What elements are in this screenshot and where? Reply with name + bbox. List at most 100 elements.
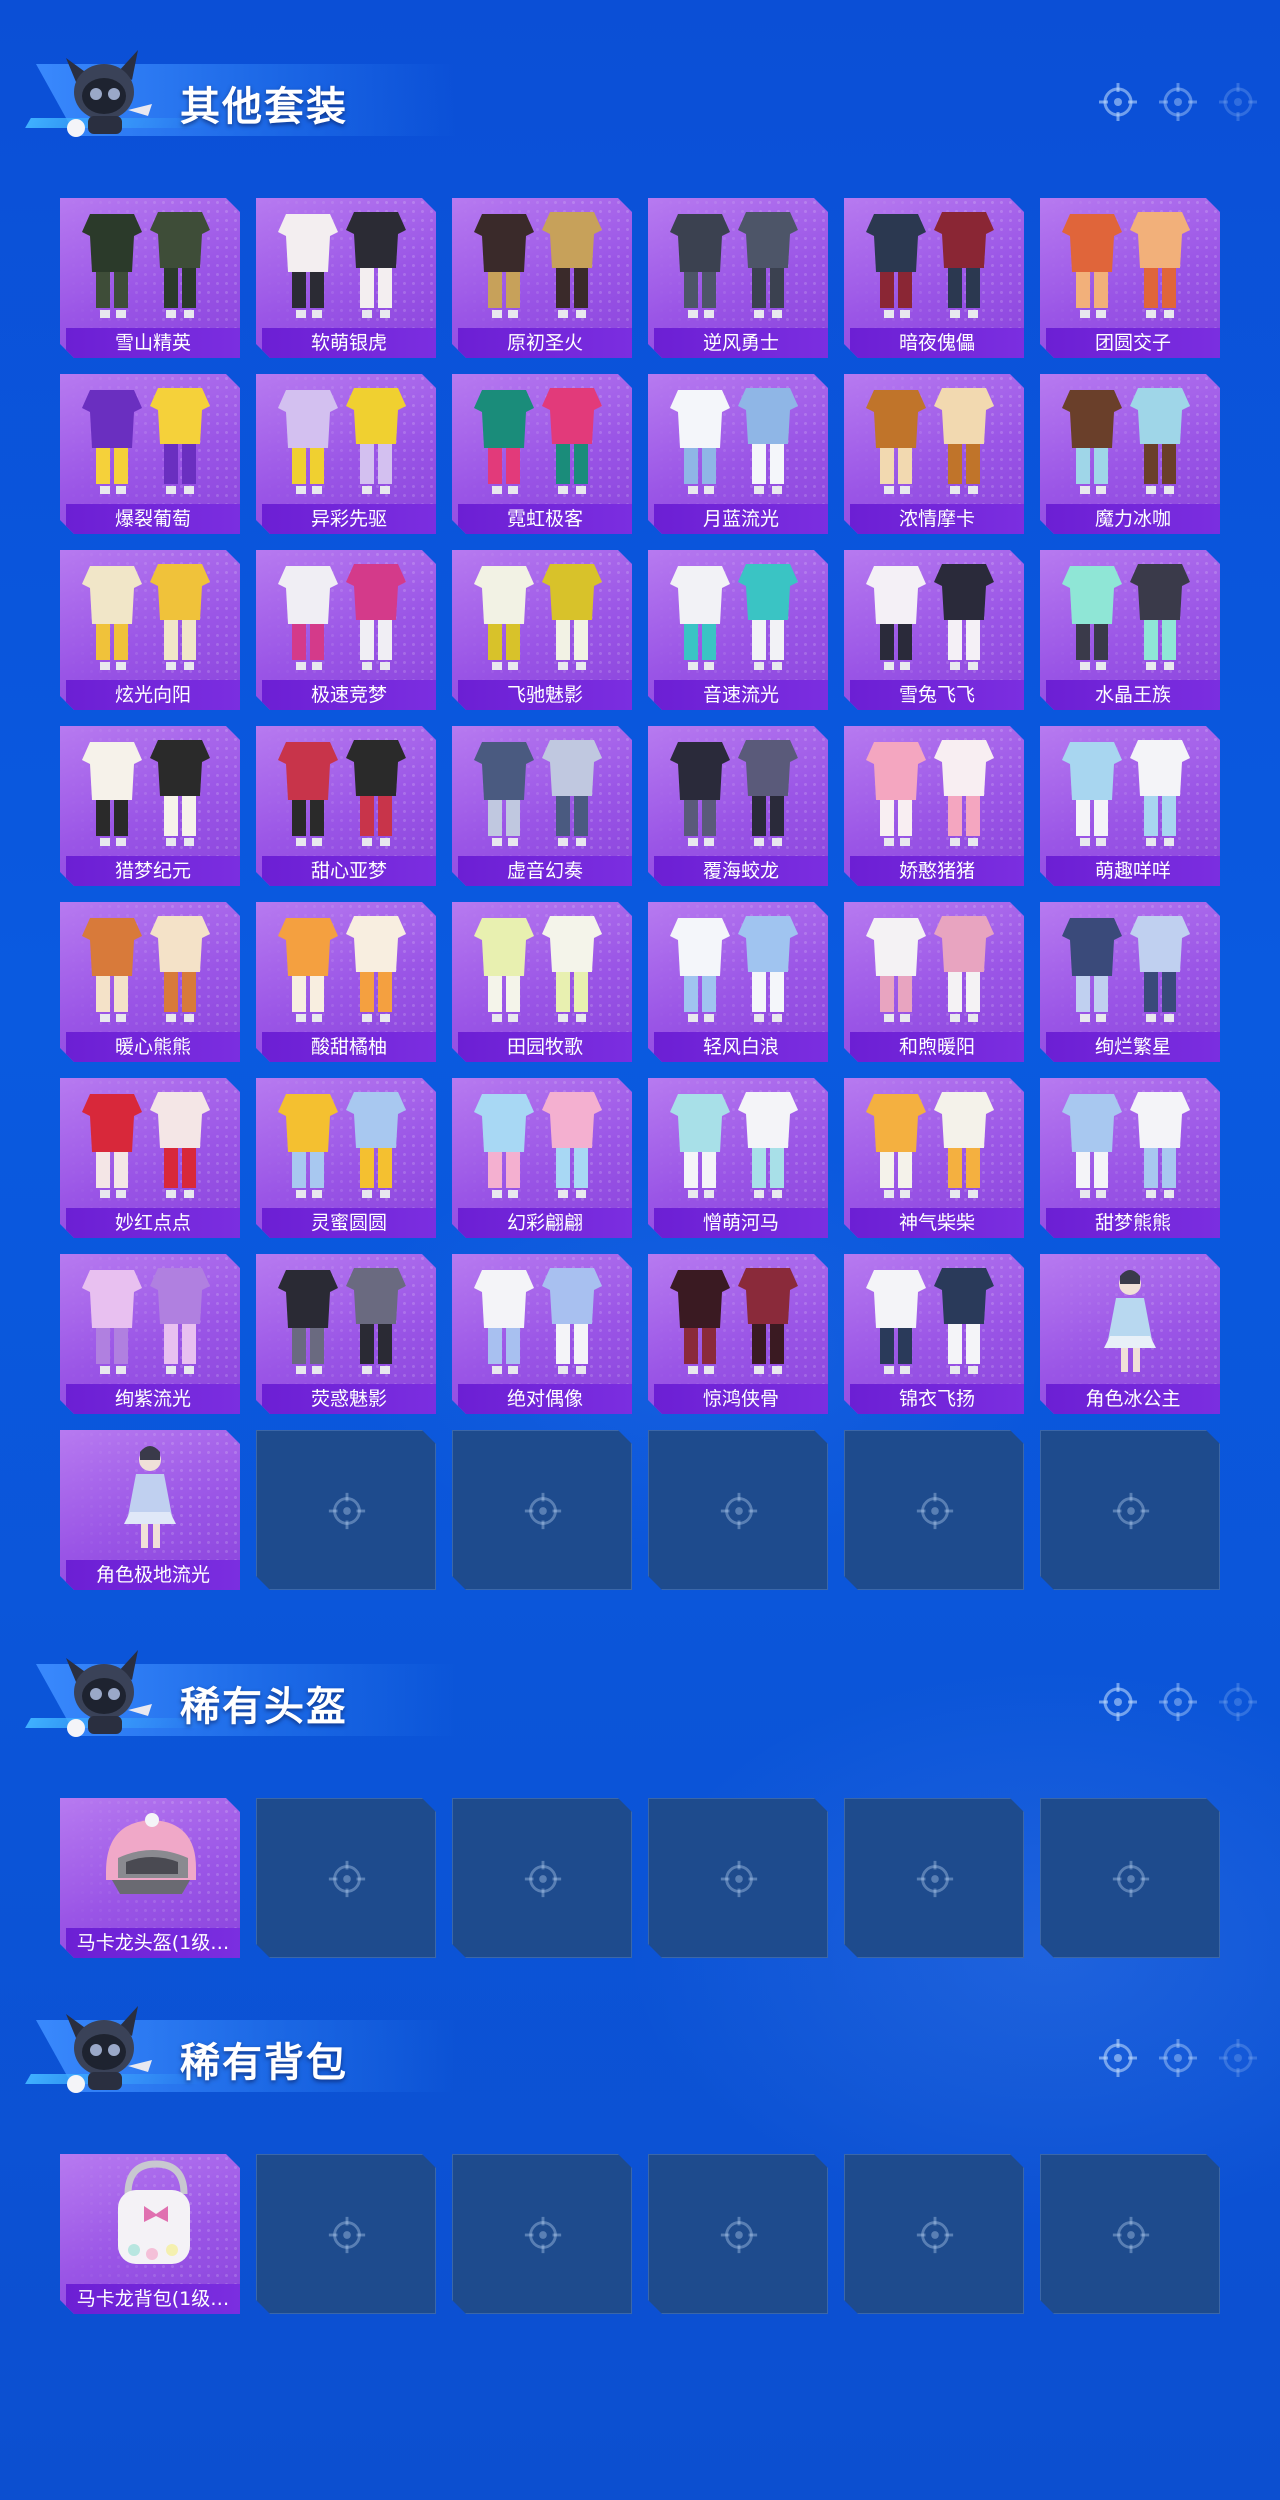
item-tile[interactable]: 浓情摩卡 <box>844 374 1024 534</box>
item-tile[interactable]: 和煦暖阳 <box>844 902 1024 1062</box>
item-label: 霓虹极客 <box>458 504 632 534</box>
crosshair-icon <box>524 2216 562 2254</box>
crosshair-icon <box>524 1860 562 1898</box>
item-tile[interactable]: 甜梦熊熊 <box>1040 1078 1220 1238</box>
header-crosshair-group <box>1096 2036 1260 2080</box>
item-label: 雪山精英 <box>66 328 240 358</box>
item-tile[interactable]: 霓虹极客 <box>452 374 632 534</box>
outfit-image <box>474 564 602 670</box>
crosshair-icon <box>1219 2039 1257 2077</box>
outfit-image <box>1104 1270 1156 1372</box>
item-tile[interactable]: 憎萌河马 <box>648 1078 828 1238</box>
helmet-icon <box>106 1813 196 1894</box>
outfit-image <box>1062 388 1190 494</box>
outfit-image <box>474 1092 602 1198</box>
item-label: 极速竞梦 <box>262 680 436 710</box>
empty-slot <box>1040 1430 1220 1590</box>
item-tile[interactable]: 绝对偶像 <box>452 1254 632 1414</box>
item-tile[interactable]: 覆海蛟龙 <box>648 726 828 886</box>
item-tile[interactable]: 幻彩翩翩 <box>452 1078 632 1238</box>
item-tile[interactable]: 水晶王族 <box>1040 550 1220 710</box>
item-label: 音速流光 <box>654 680 828 710</box>
section-header: 其他套装 <box>25 40 1268 150</box>
item-label: 角色冰公主 <box>1046 1384 1220 1414</box>
outfit-image <box>82 564 210 670</box>
item-tile[interactable]: 惊鸿侠骨 <box>648 1254 828 1414</box>
crosshair-icon <box>1219 83 1257 121</box>
item-tile[interactable]: 萌趣咩咩 <box>1040 726 1220 886</box>
item-label: 绚烂繁星 <box>1046 1032 1220 1062</box>
item-tile[interactable]: 雪兔飞飞 <box>844 550 1024 710</box>
crosshair-icon <box>1159 1683 1197 1721</box>
empty-slot <box>844 1430 1024 1590</box>
outfit-image <box>124 1446 176 1548</box>
outfit-image <box>82 916 210 1022</box>
item-tile[interactable]: 异彩先驱 <box>256 374 436 534</box>
crosshair-icon <box>328 1492 366 1530</box>
item-tile[interactable]: 酸甜橘柚 <box>256 902 436 1062</box>
empty-slot <box>844 1798 1024 1958</box>
item-tile[interactable]: 雪山精英 <box>60 198 240 358</box>
item-label: 雪兔飞飞 <box>850 680 1024 710</box>
item-tile[interactable]: 神气柴柴 <box>844 1078 1024 1238</box>
crosshair-icon <box>720 1492 758 1530</box>
header-crosshair-group <box>1096 1680 1260 1724</box>
item-label: 田园牧歌 <box>458 1032 632 1062</box>
item-tile[interactable]: 飞驰魅影 <box>452 550 632 710</box>
outfit-image <box>866 212 994 318</box>
item-label: 神气柴柴 <box>850 1208 1024 1238</box>
outfit-image <box>474 388 602 494</box>
outfit-image <box>278 212 406 318</box>
outfit-image <box>866 388 994 494</box>
outfit-image <box>82 212 210 318</box>
outfit-image <box>1062 916 1190 1022</box>
item-tile[interactable]: 爆裂葡萄 <box>60 374 240 534</box>
item-tile[interactable]: 逆风勇士 <box>648 198 828 358</box>
item-tile[interactable]: 虚音幻奏 <box>452 726 632 886</box>
outfit-image <box>278 1092 406 1198</box>
header-crosshair-group <box>1096 80 1260 124</box>
item-tile[interactable]: 猎梦纪元 <box>60 726 240 886</box>
item-tile[interactable]: 灵蜜圆圆 <box>256 1078 436 1238</box>
outfit-image <box>670 564 798 670</box>
item-tile[interactable]: 月蓝流光 <box>648 374 828 534</box>
outfit-image <box>670 1268 798 1374</box>
item-grid: 雪山精英 软萌银虎 原初圣火 逆风勇士 暗夜傀儡 团圆交子爆裂葡萄 异彩先驱 霓虹极客 月蓝流光… <box>60 198 1220 1590</box>
section-title: 其他套装 <box>180 84 348 130</box>
item-tile[interactable]: 甜心亚梦 <box>256 726 436 886</box>
item-tile[interactable]: 暗夜傀儡 <box>844 198 1024 358</box>
item-label: 暖心熊熊 <box>66 1032 240 1062</box>
item-tile[interactable]: 绚烂繁星 <box>1040 902 1220 1062</box>
outfit-image <box>82 388 210 494</box>
item-label: 酸甜橘柚 <box>262 1032 436 1062</box>
item-tile[interactable]: 绚紫流光 <box>60 1254 240 1414</box>
item-tile[interactable]: 炫光向阳 <box>60 550 240 710</box>
item-label: 甜心亚梦 <box>262 856 436 886</box>
item-tile[interactable]: 原初圣火 <box>452 198 632 358</box>
item-tile[interactable]: 荧惑魅影 <box>256 1254 436 1414</box>
item-tile[interactable]: 角色极地流光 <box>60 1430 240 1590</box>
crosshair-icon <box>720 1860 758 1898</box>
item-tile[interactable]: 娇憨猪猪 <box>844 726 1024 886</box>
item-tile[interactable]: 轻风白浪 <box>648 902 828 1062</box>
item-tile[interactable]: 角色冰公主 <box>1040 1254 1220 1414</box>
item-tile[interactable]: 音速流光 <box>648 550 828 710</box>
item-tile[interactable]: 田园牧歌 <box>452 902 632 1062</box>
outfit-image <box>474 212 602 318</box>
item-tile[interactable]: 团圆交子 <box>1040 198 1220 358</box>
item-tile[interactable]: 暖心熊熊 <box>60 902 240 1062</box>
item-tile[interactable]: 极速竞梦 <box>256 550 436 710</box>
item-tile[interactable]: 马卡龙头盔(1级… <box>60 1798 240 1958</box>
crosshair-icon <box>1099 83 1137 121</box>
item-label: 妙红点点 <box>66 1208 240 1238</box>
item-tile[interactable]: 马卡龙背包(1级… <box>60 2154 240 2314</box>
crosshair-icon <box>720 2216 758 2254</box>
outfit-image <box>866 564 994 670</box>
empty-slot <box>648 1430 828 1590</box>
item-tile[interactable]: 锦衣飞扬 <box>844 1254 1024 1414</box>
empty-slot <box>844 2154 1024 2314</box>
outfit-image <box>82 740 210 846</box>
item-tile[interactable]: 妙红点点 <box>60 1078 240 1238</box>
item-tile[interactable]: 软萌银虎 <box>256 198 436 358</box>
item-tile[interactable]: 魔力冰咖 <box>1040 374 1220 534</box>
